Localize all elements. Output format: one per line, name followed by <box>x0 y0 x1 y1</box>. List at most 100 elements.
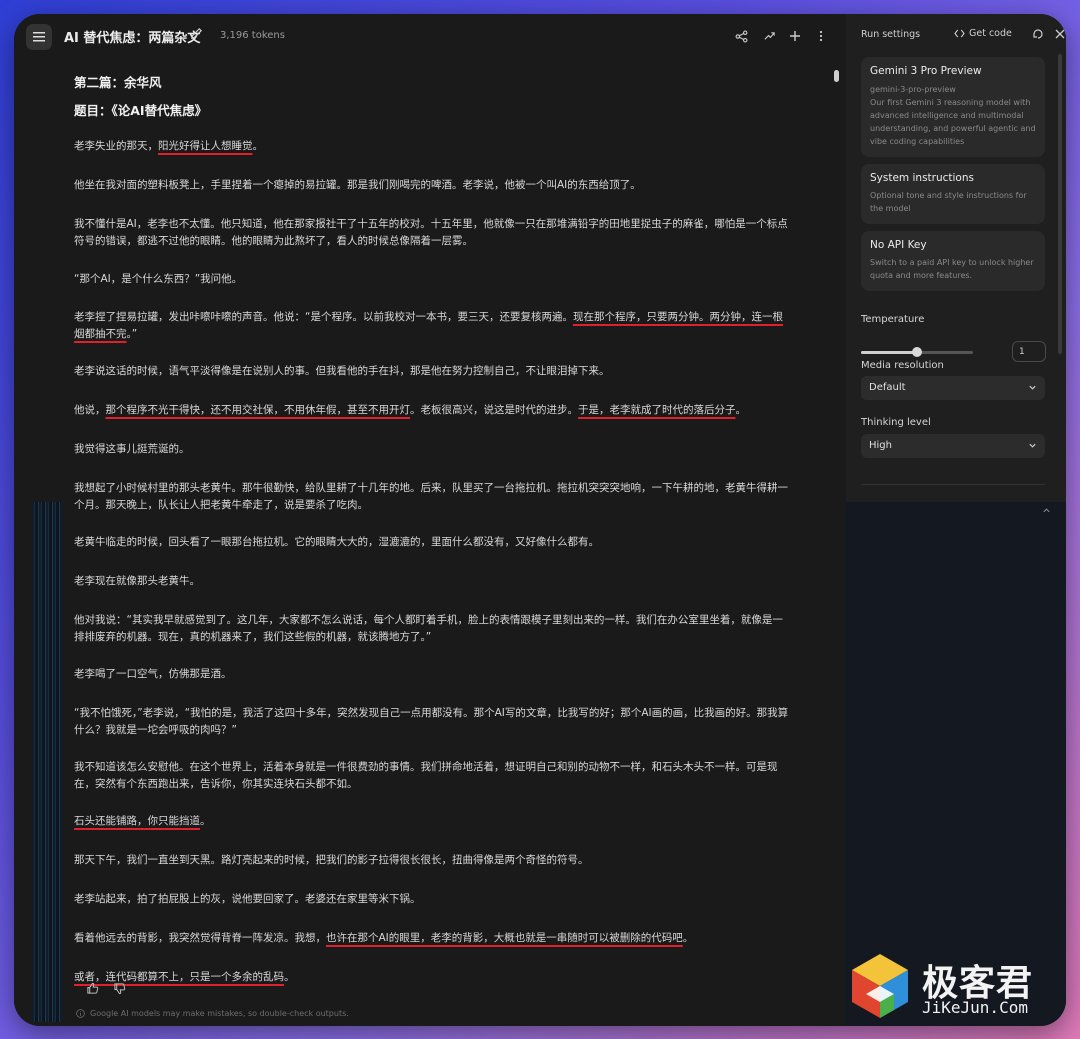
highlighted-text: 阳光好得让人想睡觉 <box>158 140 253 152</box>
paragraph: 石头还能铺路，你只能挡道。 <box>74 813 789 830</box>
more-options-button[interactable] <box>812 27 830 45</box>
thinking-level-value: High <box>869 440 892 451</box>
chat-scrollbar[interactable] <box>834 70 839 82</box>
paragraph: 老李捏了捏易拉罐，发出咔嚓咔嚓的声音。他说：“是个程序。以前我校对一本书，要三天… <box>74 309 789 343</box>
disclaimer: Google AI models may make mistakes, so d… <box>76 1009 349 1018</box>
edit-icon[interactable] <box>190 27 203 40</box>
paragraph: 老李失业的那天，阳光好得让人想睡觉。 <box>74 138 789 155</box>
part-title: 第二篇：余华风 <box>74 75 162 90</box>
run-settings-panel: Run settings Get code Gemini 3 Pro Previ… <box>846 14 1066 1026</box>
model-selector[interactable]: Gemini 3 Pro Preview gemini-3-pro-previe… <box>861 57 1045 157</box>
temperature-slider-handle[interactable] <box>912 347 922 357</box>
paragraph: 或者，连代码都算不上，只是一个多余的乱码。 <box>74 969 789 986</box>
model-name: Gemini 3 Pro Preview <box>870 65 982 77</box>
paragraph: “那个AI，是个什么东西？”我问他。 <box>74 273 243 285</box>
highlighted-text: 于是，老李就成了时代的落后分子 <box>578 404 736 416</box>
text: 。老板很高兴，说这是时代的进步。 <box>410 404 578 416</box>
text: 。 <box>200 815 211 827</box>
system-instructions-desc: Optional tone and style instructions for… <box>870 191 1027 213</box>
media-resolution-value: Default <box>869 382 906 393</box>
reset-icon[interactable] <box>1032 28 1044 40</box>
display-glitch <box>32 502 62 1022</box>
text: 他说， <box>74 404 106 416</box>
temperature-slider-fill <box>861 351 917 354</box>
model-id: gemini-3-pro-preview <box>870 85 956 94</box>
api-key-button[interactable]: No API Key Switch to a paid API key to u… <box>861 231 1045 291</box>
paragraph: 老黄牛临走的时候，回头看了一眼那台拖拉机。它的眼睛大大的，湿漉漉的，里面什么都没… <box>74 536 599 548</box>
menu-button[interactable] <box>26 24 52 50</box>
token-count: 3,196 tokens <box>220 30 285 41</box>
thumbs-up-icon[interactable] <box>86 982 99 995</box>
app-window: AI 替代焦虑：两篇杂文 3,196 tokens 第二篇：余华风 题目：《论A… <box>14 14 1066 1026</box>
code-icon <box>954 29 965 38</box>
paragraph: 他对我说：“其实我早就感觉到了。这几年，大家都不怎么说话，每个人都盯着手机，脸上… <box>74 614 783 643</box>
thinking-level-select[interactable]: High <box>861 434 1045 458</box>
paragraph: 老李站起来，拍了拍屁股上的灰，说他要回家了。老婆还在家里等米下锅。 <box>74 893 421 905</box>
panel-scrollbar[interactable] <box>1058 54 1062 354</box>
highlighted-text: 石头还能铺路，你只能挡道 <box>74 815 200 827</box>
text: 老李失业的那天， <box>74 140 158 152</box>
top-bar: AI 替代焦虑：两篇杂文 3,196 tokens <box>14 14 846 58</box>
get-code-label: Get code <box>969 28 1012 39</box>
page-title: AI 替代焦虑：两篇杂文 <box>64 31 201 46</box>
chevron-up-icon[interactable] <box>1042 506 1051 515</box>
model-description: Our first Gemini 3 reasoning model with … <box>870 98 1036 146</box>
thumbs-down-icon[interactable] <box>113 982 126 995</box>
watermark-en: JiKeJun.Com <box>922 998 1028 1017</box>
system-instructions-title: System instructions <box>870 172 974 184</box>
chat-pane: AI 替代焦虑：两篇杂文 3,196 tokens 第二篇：余华风 题目：《论A… <box>14 14 846 1026</box>
plus-icon <box>790 31 800 41</box>
temperature-slider[interactable] <box>861 347 973 357</box>
panel-heading: Run settings <box>861 29 921 40</box>
media-resolution-select[interactable]: Default <box>861 376 1045 400</box>
paragraph: 看着他远去的背影，我突然觉得背脊一阵发凉。我想，也许在那个AI的眼里，老李的背影… <box>74 930 789 947</box>
watermark: 极客君 JiKeJun.Com <box>848 950 1058 1022</box>
api-key-desc: Switch to a paid API key to unlock highe… <box>870 258 1034 280</box>
jikejun-logo-icon <box>852 954 908 1018</box>
share-icon <box>735 30 747 42</box>
paragraph: 我不懂什是AI，老李也不太懂。他只知道，他在那家报社干了十五年的校对。十五年里，… <box>74 218 788 247</box>
chevron-down-icon <box>1029 385 1036 390</box>
disclaimer-text: Google AI models may make mistakes, so d… <box>90 1009 349 1018</box>
paragraph: 我想起了小时候村里的那头老黄牛。那牛很勤快，给队里耕了十几年的地。后来，队里买了… <box>74 482 788 511</box>
paragraph: 老李说这话的时候，语气平淡得像是在说别人的事。但我看他的手在抖，那是他在努力控制… <box>74 365 610 377</box>
info-icon <box>76 1009 85 1018</box>
media-resolution-label: Media resolution <box>861 360 944 371</box>
highlighted-text: 那个程序不光干得快，还不用交社保，不用休年假，甚至不用开灯 <box>105 404 411 416</box>
paragraph: 他坐在我对面的塑料板凳上，手里捏着一个瘪掉的易拉罐。那是我们刚喝完的啤酒。老李说… <box>74 179 641 191</box>
compare-icon <box>763 31 775 40</box>
more-vertical-icon <box>819 30 823 42</box>
thinking-level-label: Thinking level <box>861 417 931 428</box>
highlighted-text: 也许在那个AI的眼里，老李的背影，大概也就是一串随时可以被删除的代码吧 <box>326 932 683 944</box>
paragraph: 我不知道该怎么安慰他。在这个世界上，活着本身就是一件很费劲的事情。我们拼命地活着… <box>74 761 778 790</box>
paragraph: 那天下午，我们一直坐到天黑。路灯亮起来的时候，把我们的影子拉得很长很长，扭曲得像… <box>74 854 589 866</box>
paragraph: 我觉得这事儿挺荒诞的。 <box>74 443 190 455</box>
panel-lower-area <box>846 502 1066 1026</box>
text: 看着他远去的背影，我突然觉得背脊一阵发凉。我想， <box>74 932 326 944</box>
system-instructions-button[interactable]: System instructions Optional tone and st… <box>861 164 1045 224</box>
essay-title: 题目：《论AI替代焦虑》 <box>74 103 208 118</box>
text: 。 <box>735 404 747 416</box>
close-icon[interactable] <box>1055 29 1065 39</box>
divider <box>861 484 1045 485</box>
text: 。 <box>284 971 295 983</box>
temperature-label: Temperature <box>861 314 925 325</box>
paragraph: 老李喝了一口空气，仿佛那是酒。 <box>74 668 232 680</box>
paragraph: “我不怕饿死，”老李说，“我怕的是，我活了这四十多年，突然发现自己一点用都没有。… <box>74 707 789 736</box>
compare-button[interactable] <box>760 27 778 45</box>
temperature-input[interactable]: 1 <box>1012 341 1046 362</box>
share-button[interactable] <box>732 27 750 45</box>
paragraph: 他说，那个程序不光干得快，还不用交社保，不用休年假，甚至不用开灯。老板很高兴，说… <box>74 402 789 419</box>
api-key-title: No API Key <box>870 239 927 251</box>
text: 。 <box>252 140 264 152</box>
feedback-actions <box>86 982 126 995</box>
text: 。 <box>682 932 694 944</box>
chevron-down-icon <box>1029 443 1036 448</box>
text: 。” <box>126 328 138 340</box>
paragraph: 老李现在就像那头老黄牛。 <box>74 575 200 587</box>
get-code-button[interactable]: Get code <box>954 28 1012 39</box>
text: 老李捏了捏易拉罐，发出咔嚓咔嚓的声音。他说：“是个程序。以前我校对一本书，要三天… <box>74 311 573 323</box>
menu-icon <box>33 32 45 42</box>
highlighted-text: 抽不完 <box>95 328 127 340</box>
new-chat-button[interactable] <box>786 27 804 45</box>
